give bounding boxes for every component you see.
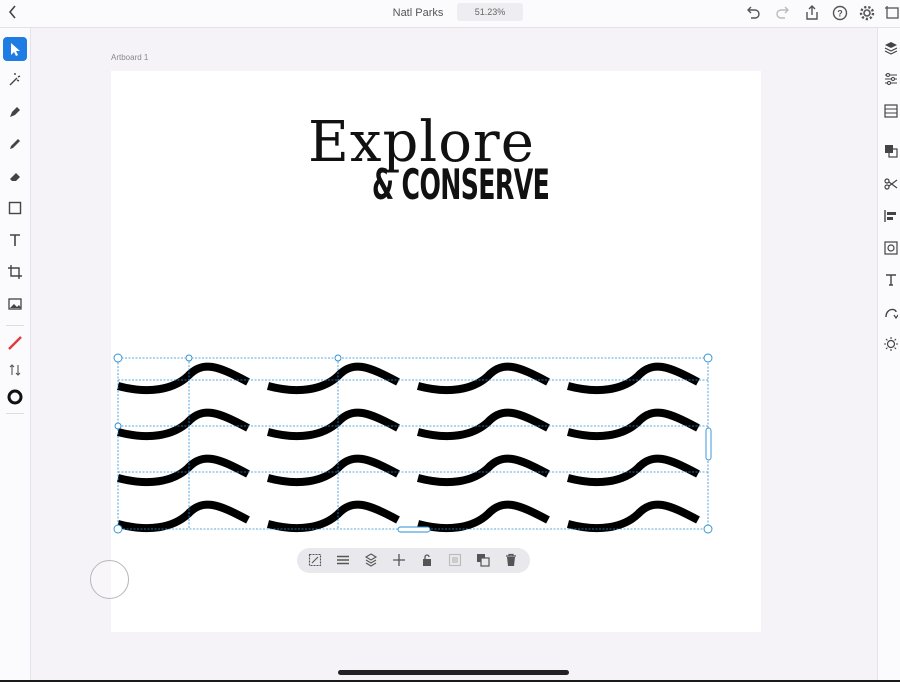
headline-conserve[interactable]: & CONSERVE <box>372 160 550 210</box>
shape-icon <box>8 201 22 215</box>
type-icon <box>10 234 20 246</box>
duplicate-icon[interactable] <box>476 553 490 567</box>
svg-text:?: ? <box>837 9 843 19</box>
path-icon[interactable] <box>884 177 898 191</box>
delete-icon[interactable] <box>504 553 518 567</box>
selection-tool[interactable] <box>3 37 27 61</box>
artboards-icon[interactable] <box>884 4 900 22</box>
undo-icon[interactable] <box>744 4 762 22</box>
effects-icon[interactable] <box>884 337 898 351</box>
properties-icon[interactable] <box>884 72 898 86</box>
warp-icon[interactable] <box>884 305 899 320</box>
lock-icon[interactable] <box>420 553 434 567</box>
top-bar: Natl Parks 51.23% ? <box>0 0 900 28</box>
fill-color-icon <box>7 389 23 405</box>
wave-stroke[interactable] <box>566 362 700 395</box>
libraries-icon[interactable] <box>884 104 898 118</box>
redo-icon[interactable] <box>774 4 792 22</box>
zoom-level[interactable]: 51.23% <box>457 3 523 21</box>
wave-rows <box>116 362 700 533</box>
wave-stroke[interactable] <box>116 408 250 441</box>
stroke-color-swatch[interactable] <box>3 331 27 355</box>
place-image-tool[interactable] <box>3 292 27 316</box>
artboard-label[interactable]: Artboard 1 <box>111 53 148 62</box>
pencil-icon <box>10 139 20 149</box>
home-indicator <box>338 670 569 675</box>
crop-tool[interactable] <box>3 260 27 284</box>
right-panel <box>877 28 900 682</box>
pencil-tool[interactable] <box>3 132 27 156</box>
wave-stroke[interactable] <box>116 454 250 487</box>
wave-stroke[interactable] <box>266 408 400 441</box>
stroke-color-icon <box>8 336 22 350</box>
move-icon[interactable] <box>392 553 406 567</box>
swap-colors-button[interactable] <box>3 358 27 382</box>
wave-stroke[interactable] <box>416 500 550 533</box>
touch-modifier-button[interactable] <box>90 560 129 599</box>
wave-stroke[interactable] <box>566 454 700 487</box>
pen-icon <box>10 107 20 117</box>
document-title[interactable]: Natl Parks <box>378 7 458 19</box>
settings-icon[interactable] <box>858 4 876 22</box>
direct-select-tool[interactable] <box>3 68 27 92</box>
type-tool[interactable] <box>3 228 27 252</box>
wave-stroke[interactable] <box>116 362 250 395</box>
help-icon[interactable]: ? <box>831 4 849 22</box>
wave-stroke[interactable] <box>566 408 700 441</box>
wave-stroke[interactable] <box>266 500 400 533</box>
wave-stroke[interactable] <box>566 500 700 533</box>
wave-stroke[interactable] <box>416 454 550 487</box>
crop-icon <box>8 265 22 279</box>
repeat-icon[interactable] <box>884 241 898 255</box>
share-icon[interactable] <box>803 4 821 22</box>
layer-stack-icon[interactable] <box>364 553 378 567</box>
context-toolbar <box>297 548 530 573</box>
layers-icon[interactable] <box>884 41 898 55</box>
wave-stroke[interactable] <box>416 362 550 395</box>
wave-stroke[interactable] <box>266 362 400 395</box>
group-icon[interactable] <box>448 553 462 567</box>
pen-tool[interactable] <box>3 100 27 124</box>
wave-stroke[interactable] <box>266 454 400 487</box>
transform-icon[interactable] <box>308 553 322 567</box>
swap-icon <box>9 364 21 376</box>
wave-stroke[interactable] <box>116 500 250 533</box>
selection-icon <box>11 43 20 56</box>
arrange-icon[interactable] <box>884 144 898 158</box>
direct-select-icon <box>9 73 21 86</box>
eraser-tool[interactable] <box>3 164 27 188</box>
back-chevron-icon[interactable] <box>5 3 21 21</box>
left-toolbar <box>0 28 31 682</box>
type-panel-icon[interactable] <box>884 273 898 287</box>
align-icon[interactable] <box>884 209 898 223</box>
wave-pattern[interactable] <box>110 350 720 540</box>
place-image-icon <box>8 298 22 310</box>
shape-tool[interactable] <box>3 196 27 220</box>
fill-color-swatch[interactable] <box>3 385 27 409</box>
wave-stroke[interactable] <box>416 408 550 441</box>
align-lines-icon[interactable] <box>336 553 350 567</box>
eraser-icon <box>10 173 20 181</box>
